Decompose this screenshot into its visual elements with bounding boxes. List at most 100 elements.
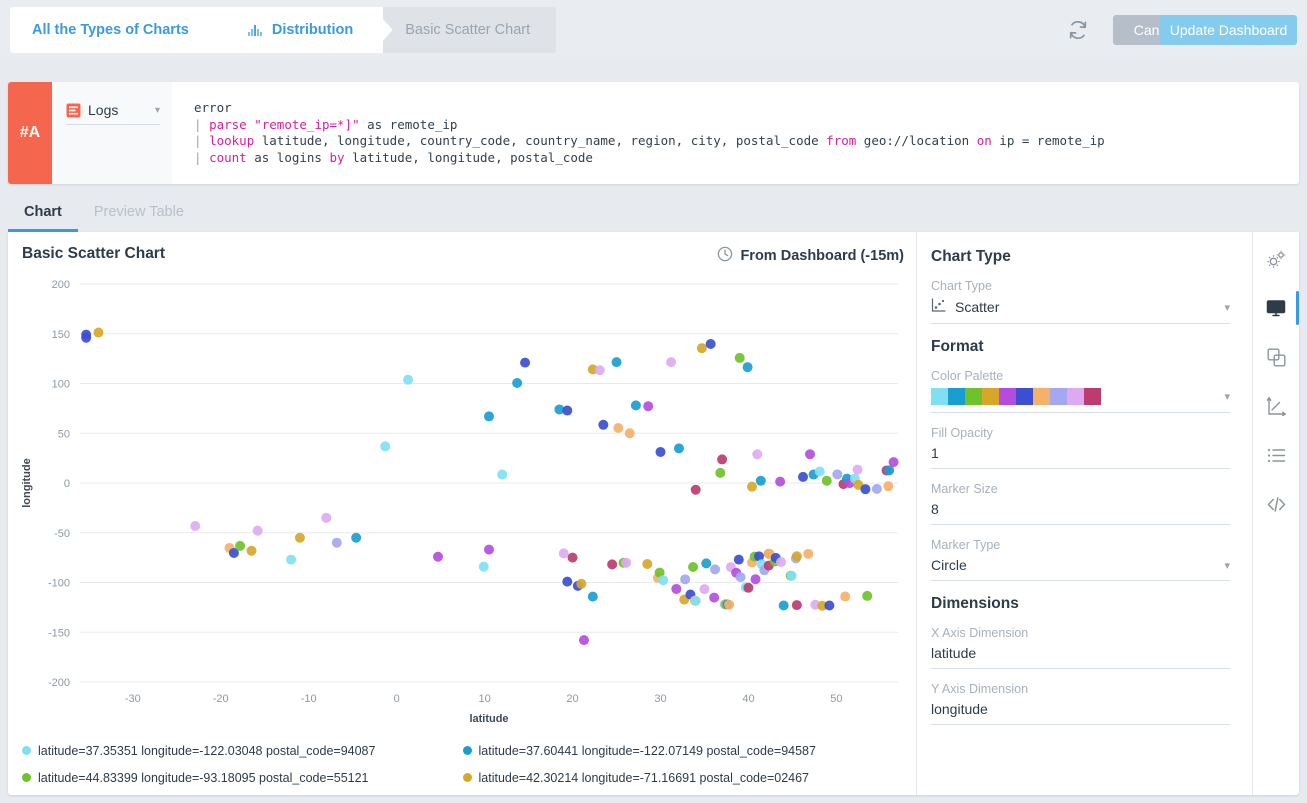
- data-point[interactable]: [595, 365, 605, 375]
- data-point[interactable]: [889, 457, 899, 467]
- data-point[interactable]: [724, 600, 734, 610]
- data-point[interactable]: [497, 470, 507, 480]
- data-point[interactable]: [787, 571, 797, 581]
- data-point[interactable]: [380, 441, 390, 451]
- data-point[interactable]: [710, 564, 720, 574]
- data-point[interactable]: [735, 353, 745, 363]
- data-point[interactable]: [805, 449, 815, 459]
- data-point[interactable]: [253, 526, 263, 536]
- marker-size-input[interactable]: 8: [931, 501, 1230, 525]
- data-point[interactable]: [697, 343, 707, 353]
- x-axis-dimension-input[interactable]: latitude: [931, 645, 1230, 669]
- data-point[interactable]: [631, 400, 641, 410]
- scatter-plot[interactable]: -200-150-100-50050100150200-30-20-100102…: [8, 270, 917, 740]
- data-point[interactable]: [479, 562, 489, 572]
- color-palette-dropdown[interactable]: ▾: [931, 388, 1230, 413]
- data-point[interactable]: [562, 406, 572, 416]
- data-point[interactable]: [332, 538, 342, 548]
- legend-item[interactable]: latitude=42.30214 longitude=-71.16691 po…: [463, 764, 904, 791]
- data-point[interactable]: [642, 559, 652, 569]
- data-point[interactable]: [666, 357, 676, 367]
- data-point[interactable]: [613, 423, 623, 433]
- data-point[interactable]: [658, 575, 668, 585]
- layers-icon[interactable]: [1261, 342, 1291, 372]
- data-point[interactable]: [403, 375, 413, 385]
- data-point[interactable]: [775, 477, 785, 487]
- fill-opacity-input[interactable]: 1: [931, 445, 1230, 469]
- data-point[interactable]: [484, 545, 494, 555]
- data-point[interactable]: [779, 600, 789, 610]
- data-point[interactable]: [484, 411, 494, 421]
- data-point[interactable]: [751, 574, 761, 584]
- data-point[interactable]: [734, 555, 744, 565]
- data-point[interactable]: [588, 592, 598, 602]
- data-point[interactable]: [822, 476, 832, 486]
- data-point[interactable]: [824, 600, 834, 610]
- data-point[interactable]: [862, 591, 872, 601]
- data-point[interactable]: [433, 552, 443, 562]
- data-point[interactable]: [321, 513, 331, 523]
- data-point[interactable]: [674, 443, 684, 453]
- data-point[interactable]: [840, 592, 850, 602]
- breadcrumb-item-all-charts[interactable]: All the Types of Charts: [10, 7, 219, 53]
- data-point[interactable]: [568, 553, 578, 563]
- data-point[interactable]: [579, 635, 589, 645]
- data-point[interactable]: [295, 533, 305, 543]
- data-point[interactable]: [709, 593, 719, 603]
- query-code-editor[interactable]: error| parse "remote_ip=*]" as remote_ip…: [172, 82, 1299, 184]
- data-point[interactable]: [752, 449, 762, 459]
- data-point[interactable]: [701, 558, 711, 568]
- data-point[interactable]: [621, 558, 631, 568]
- data-point[interactable]: [656, 447, 666, 457]
- source-type-dropdown[interactable]: Logs ▾: [66, 102, 160, 125]
- axis-icon[interactable]: [1261, 391, 1291, 421]
- monitor-icon[interactable]: [1261, 293, 1291, 323]
- legend-item[interactable]: latitude=37.60441 longitude=-122.07149 p…: [463, 737, 904, 764]
- data-point[interactable]: [815, 466, 825, 476]
- refresh-icon[interactable]: [1067, 19, 1089, 41]
- data-point[interactable]: [93, 328, 103, 338]
- data-point[interactable]: [691, 596, 701, 606]
- data-point[interactable]: [715, 468, 725, 478]
- data-point[interactable]: [872, 484, 882, 494]
- breadcrumb-item-current[interactable]: Basic Scatter Chart: [383, 7, 556, 53]
- data-point[interactable]: [562, 577, 572, 587]
- data-point[interactable]: [512, 378, 522, 388]
- data-point[interactable]: [743, 583, 753, 593]
- data-point[interactable]: [736, 572, 746, 582]
- data-point[interactable]: [743, 362, 753, 372]
- update-dashboard-button[interactable]: Update Dashboard: [1160, 15, 1297, 45]
- data-point[interactable]: [607, 559, 617, 569]
- data-point[interactable]: [699, 584, 709, 594]
- data-point[interactable]: [286, 555, 296, 565]
- data-point[interactable]: [190, 521, 200, 531]
- data-point[interactable]: [756, 476, 766, 486]
- data-point[interactable]: [792, 551, 802, 561]
- data-point[interactable]: [235, 541, 245, 551]
- data-point[interactable]: [643, 401, 653, 411]
- data-point[interactable]: [559, 548, 569, 558]
- data-point[interactable]: [776, 557, 786, 567]
- tab-preview-table[interactable]: Preview Table: [78, 204, 200, 232]
- gears-icon[interactable]: [1261, 244, 1291, 274]
- data-point[interactable]: [520, 358, 530, 368]
- legend-item[interactable]: latitude=44.83399 longitude=-93.18095 po…: [22, 764, 463, 791]
- data-point[interactable]: [680, 574, 690, 584]
- code-icon[interactable]: [1261, 489, 1291, 519]
- list-icon[interactable]: [1261, 440, 1291, 470]
- data-point[interactable]: [717, 454, 727, 464]
- data-point[interactable]: [351, 533, 361, 543]
- data-point[interactable]: [860, 484, 870, 494]
- marker-type-dropdown[interactable]: Circle ▾: [931, 557, 1230, 581]
- data-point[interactable]: [688, 562, 698, 572]
- tab-chart[interactable]: Chart: [8, 204, 78, 232]
- data-point[interactable]: [747, 482, 757, 492]
- data-point[interactable]: [612, 357, 622, 367]
- data-point[interactable]: [798, 472, 808, 482]
- data-point[interactable]: [625, 428, 635, 438]
- data-point[interactable]: [832, 469, 842, 479]
- data-point[interactable]: [671, 584, 681, 594]
- data-point[interactable]: [706, 339, 716, 349]
- data-point[interactable]: [598, 420, 608, 430]
- data-point[interactable]: [792, 600, 802, 610]
